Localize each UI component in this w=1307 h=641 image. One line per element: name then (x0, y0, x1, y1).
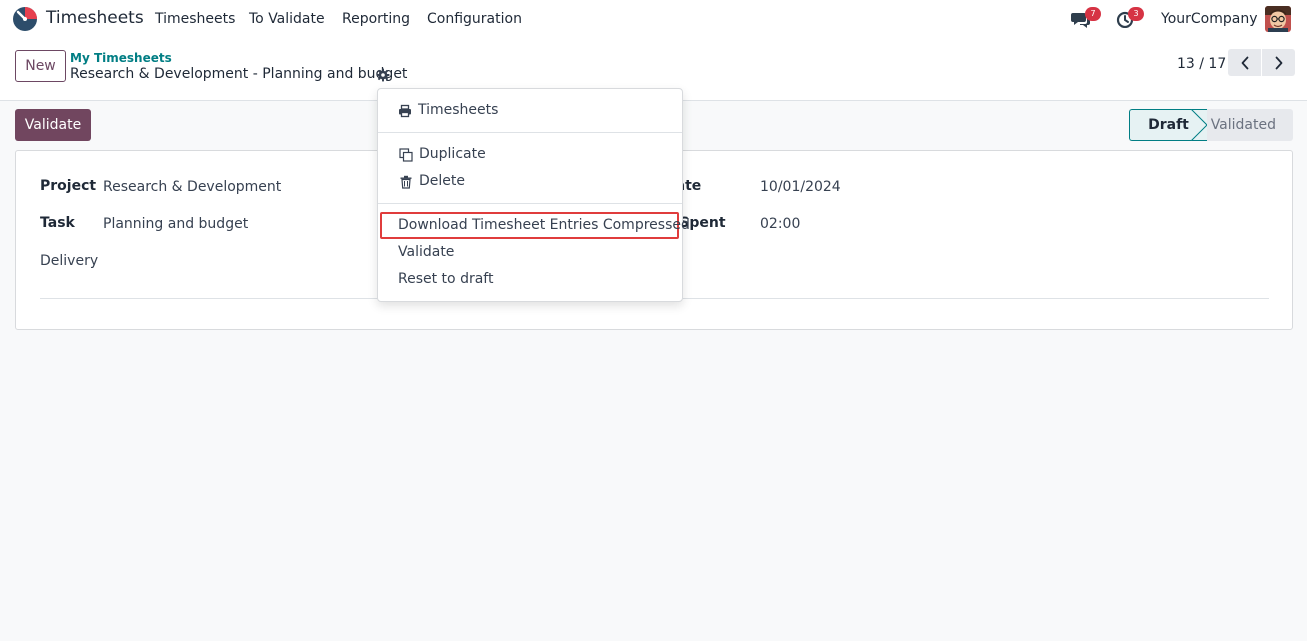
download-compressed-item[interactable]: Download Timesheet Entries Compressed (398, 217, 690, 233)
breadcrumb-current: Research & Development - Planning and bu… (70, 66, 408, 82)
validate-button[interactable]: Validate (15, 109, 91, 141)
trash-icon (400, 175, 412, 189)
nav-to-validate[interactable]: To Validate (249, 11, 325, 27)
chevron-right-icon (1275, 56, 1282, 69)
project-field[interactable]: Research & Development (103, 179, 281, 195)
messages-badge: 7 (1085, 7, 1101, 21)
breadcrumb-parent[interactable]: My Timesheets (70, 51, 172, 65)
app-name[interactable]: Timesheets (46, 8, 144, 28)
activities-badge: 3 (1128, 7, 1144, 21)
delivery-label: Delivery (40, 253, 99, 269)
print-timesheets-item[interactable]: Timesheets (418, 102, 498, 118)
nav-reporting[interactable]: Reporting (342, 11, 410, 27)
duplicate-item[interactable]: Duplicate (419, 146, 486, 162)
duplicate-icon (399, 148, 413, 162)
pager-previous-button[interactable] (1228, 49, 1261, 76)
nav-timesheets[interactable]: Timesheets (155, 11, 235, 27)
task-label: Task (40, 215, 75, 231)
dropdown-divider (378, 203, 682, 204)
chevron-left-icon (1241, 56, 1248, 69)
timesheets-app-icon[interactable] (12, 6, 38, 32)
task-field[interactable]: Planning and budget (103, 216, 248, 232)
company-switcher[interactable]: YourCompany (1161, 11, 1258, 27)
status-bar: Validated Draft (1129, 109, 1293, 141)
user-avatar[interactable] (1265, 6, 1291, 32)
top-navbar: Timesheets Timesheets To Validate Report… (0, 0, 1307, 38)
reset-to-draft-item[interactable]: Reset to draft (398, 271, 493, 287)
delete-item[interactable]: Delete (419, 173, 465, 189)
nav-configuration[interactable]: Configuration (427, 11, 522, 27)
printer-icon (399, 104, 411, 118)
status-arrow-icon (1191, 109, 1207, 141)
project-label: Project (40, 178, 97, 194)
validate-item[interactable]: Validate (398, 244, 454, 260)
pager-next-button[interactable] (1262, 49, 1295, 76)
actions-dropdown: Timesheets Duplicate Delete Download Tim… (377, 88, 690, 302)
new-button[interactable]: New (15, 50, 66, 82)
dropdown-divider (378, 132, 682, 133)
pager-value[interactable]: 13 / 17 (1177, 56, 1226, 72)
date-field[interactable]: 10/01/2024 (760, 179, 841, 195)
time-spent-field[interactable]: 02:00 (760, 216, 800, 232)
gear-icon[interactable] (376, 68, 390, 82)
